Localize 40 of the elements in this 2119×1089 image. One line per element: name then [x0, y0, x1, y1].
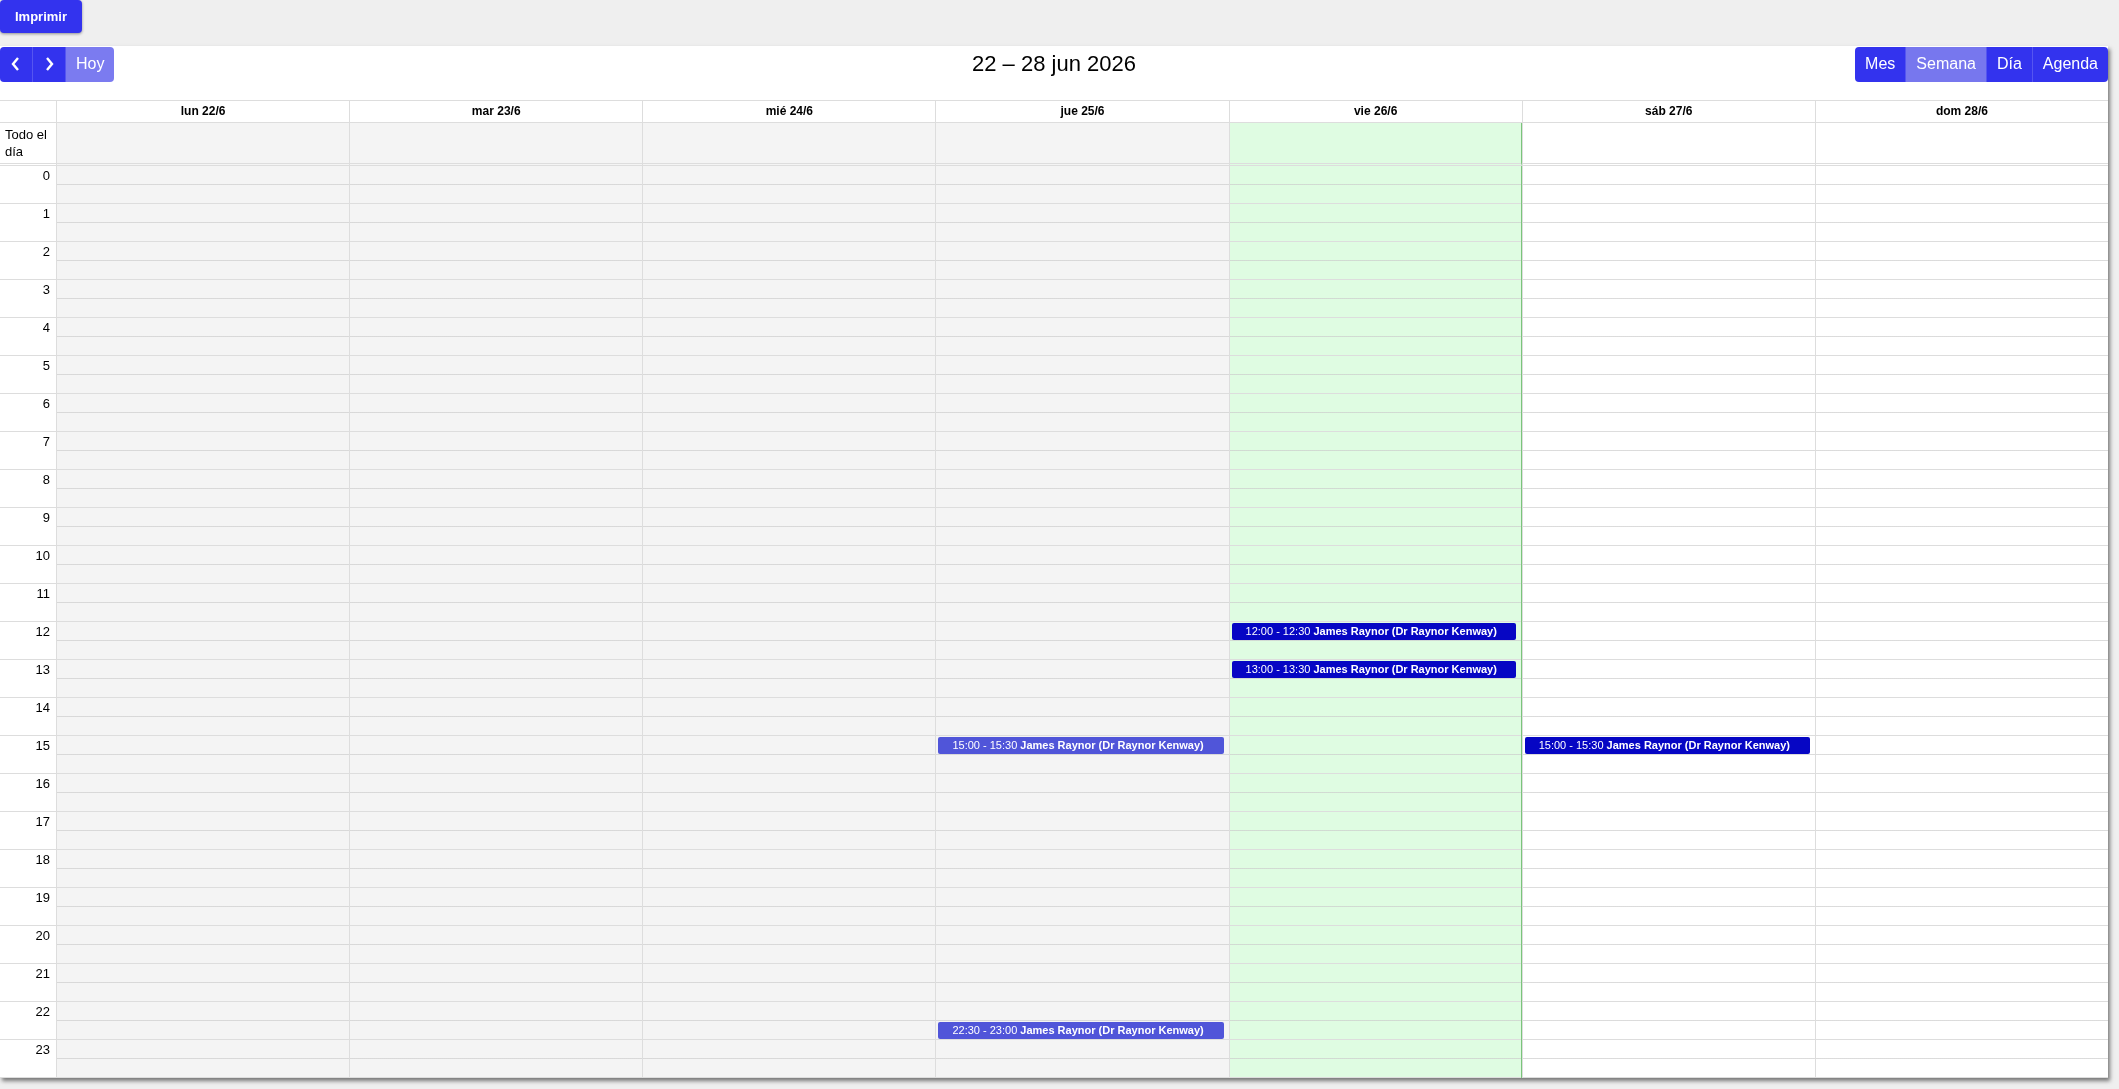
view-tab[interactable]: Semana [1906, 46, 1987, 82]
hour-label: 19 [35, 890, 51, 905]
appointment-event[interactable]: 15:00 - 15:30 James Raynor (Dr Raynor Kenway) [938, 737, 1224, 754]
hour-label: 23 [35, 1042, 51, 1057]
hour-label: 8 [42, 472, 51, 487]
hour-label: 2 [42, 244, 51, 259]
chevron-right-icon [43, 56, 55, 72]
hour-label: 20 [35, 928, 51, 943]
appointment-event[interactable]: 13:00 - 13:30 James Raynor (Dr Raynor Kenway) [1231, 661, 1516, 678]
view-tab[interactable]: Día [1986, 46, 2033, 82]
hour-label: 18 [35, 852, 51, 867]
hour-label: 14 [35, 700, 51, 715]
hour-label: 21 [35, 966, 51, 981]
previous-button[interactable] [0, 46, 33, 82]
hour-label: 9 [42, 510, 51, 525]
hour-label: 11 [36, 586, 51, 601]
hour-label: 12 [35, 624, 51, 639]
appointment-event[interactable]: 15:00 - 15:30 James Raynor (Dr Raynor Kenway) [1524, 737, 1810, 754]
hour-label: 10 [35, 548, 51, 563]
hour-label: 15 [35, 738, 51, 753]
appointment-event[interactable]: 22:30 - 23:00 James Raynor (Dr Raynor Kenway) [938, 1022, 1224, 1039]
hour-label: 22 [35, 1004, 51, 1019]
hour-label: 16 [35, 776, 51, 791]
view-tab[interactable]: Mes [1855, 46, 1907, 82]
appointment-event[interactable]: 12:00 - 12:30 James Raynor (Dr Raynor Kenway) [1231, 623, 1516, 640]
hour-label: 5 [42, 358, 51, 373]
view-tab[interactable]: Agenda [2032, 46, 2108, 82]
hour-label: 1 [42, 206, 51, 221]
hour-label: 13 [35, 662, 51, 677]
all-day-label: Todo el día [4, 126, 48, 161]
hour-label: 3 [42, 282, 51, 297]
date-range-title: 22 – 28 jun 2026 [972, 51, 1136, 77]
hour-label: 0 [42, 168, 51, 183]
hour-label: 4 [42, 320, 51, 335]
chevron-left-icon [10, 56, 22, 72]
print-button[interactable]: Imprimir [0, 0, 82, 33]
hour-label: 6 [42, 396, 51, 411]
hour-label: 7 [42, 434, 51, 449]
next-button[interactable] [33, 46, 66, 82]
hour-label: 17 [35, 814, 51, 829]
